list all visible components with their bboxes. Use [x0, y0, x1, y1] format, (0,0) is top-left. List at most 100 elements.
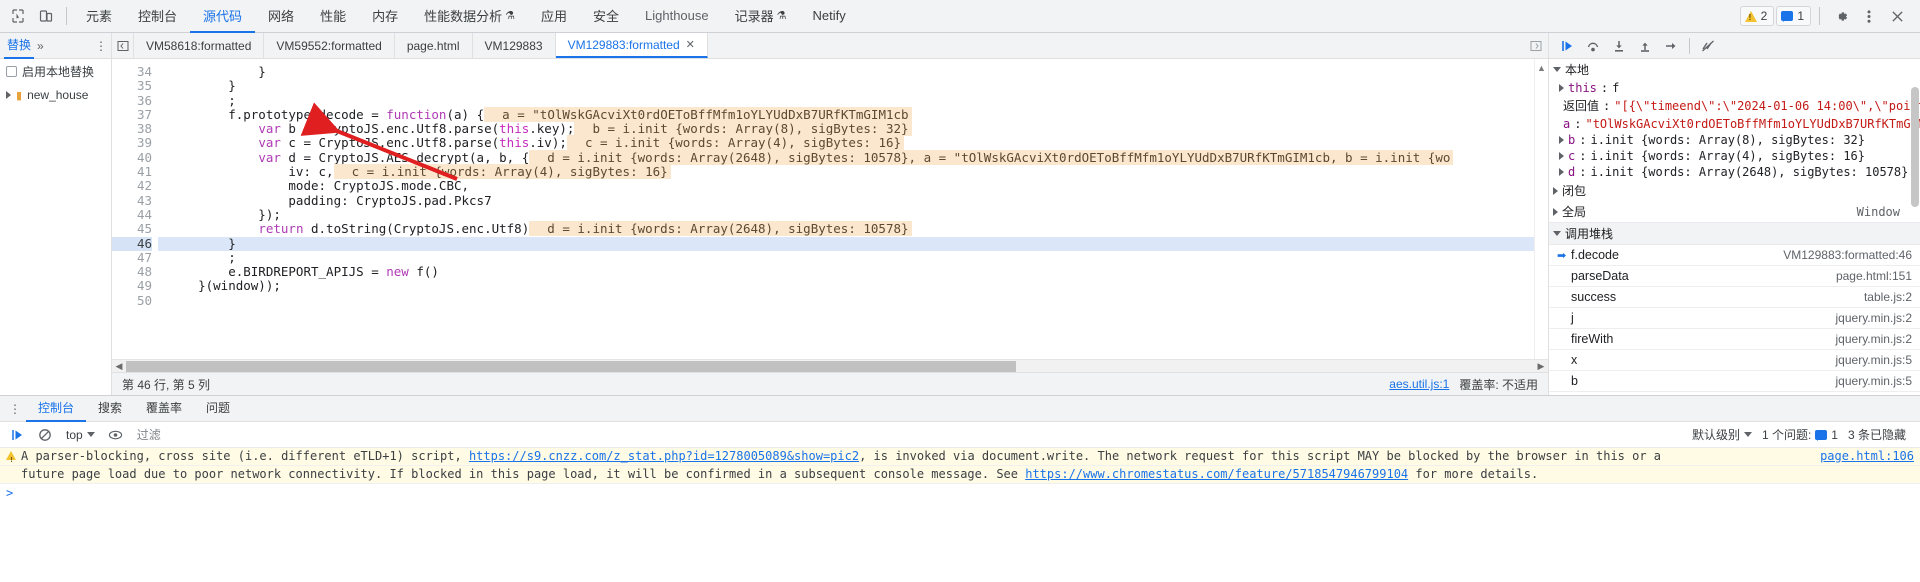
editor-tab-vm58618[interactable]: VM58618:formatted	[134, 33, 265, 58]
console-message[interactable]: A parser-blocking, cross site (i.e. diff…	[0, 448, 1920, 468]
code-line[interactable]: }	[158, 236, 1534, 251]
tab-network[interactable]: 网络	[255, 0, 307, 33]
scroll-right-arrow-icon[interactable]: ▶	[1534, 361, 1548, 372]
chevron-right-icon[interactable]	[1553, 186, 1558, 195]
line-number[interactable]: 41	[112, 164, 152, 179]
chevron-down-icon[interactable]	[1553, 231, 1561, 236]
console-message-source-link[interactable]: page.html:106	[1820, 449, 1914, 464]
editor-tab-page-html[interactable]: page.html	[395, 33, 473, 58]
callstack-row[interactable]: ➡ f.decode VM129883:formatted:46	[1549, 245, 1920, 266]
step-over-icon[interactable]	[1581, 35, 1605, 57]
drawer-tab-search[interactable]: 搜索	[86, 396, 134, 422]
scope-variable-row[interactable]: 返回值: "[{\"timeend\":\"2024-01-06 14:00\"…	[1549, 96, 1920, 115]
code-line[interactable]: }	[168, 78, 1534, 93]
message-badge[interactable]: 1	[1776, 6, 1811, 26]
code-line[interactable]: var d = CryptoJS.AES.decrypt(a, b, { d =…	[168, 149, 1534, 165]
console-prompt[interactable]: >	[0, 484, 1920, 502]
scope-section-header[interactable]: 本地	[1549, 59, 1920, 80]
execute-icon[interactable]	[6, 425, 28, 445]
tab-memory[interactable]: 内存	[359, 0, 411, 33]
drawer-tab-coverage[interactable]: 覆盖率	[134, 396, 194, 422]
gear-icon[interactable]	[1828, 3, 1854, 29]
step-into-icon[interactable]	[1607, 35, 1631, 57]
line-number[interactable]: 48	[112, 264, 152, 279]
drawer-tab-console[interactable]: 控制台	[26, 396, 87, 422]
line-number[interactable]: 42	[112, 179, 152, 194]
line-number[interactable]: 35	[112, 78, 152, 93]
console-message-list[interactable]: A parser-blocking, cross site (i.e. diff…	[0, 448, 1920, 582]
editor-more-tabs-icon[interactable]	[1524, 33, 1548, 58]
chevron-right-icon[interactable]	[1559, 136, 1564, 144]
debugger-scroll-thumb[interactable]	[1911, 87, 1919, 207]
chevron-right-icon[interactable]	[6, 91, 11, 99]
editor-horizontal-scrollbar[interactable]: ◀ ▶	[112, 359, 1548, 372]
line-number[interactable]: 43	[112, 193, 152, 208]
callstack-section-header[interactable]: 调用堆栈	[1549, 222, 1920, 245]
drawer-tab-issues[interactable]: 问题	[194, 396, 242, 422]
debugger-scrollbar[interactable]	[1910, 59, 1920, 395]
code-line[interactable]: var b = CryptoJS.enc.Utf8.parse(this.key…	[168, 121, 1534, 137]
code-line[interactable]: padding: CryptoJS.pad.Pkcs7	[168, 193, 1534, 208]
tab-performance[interactable]: 性能	[307, 0, 359, 33]
code-line[interactable]: }	[168, 64, 1534, 79]
step-out-icon[interactable]	[1633, 35, 1657, 57]
hidden-messages-label[interactable]: 3 条已隐藏	[1848, 426, 1906, 443]
scroll-left-arrow-icon[interactable]: ◀	[112, 361, 126, 372]
chevron-down-icon[interactable]	[1743, 432, 1752, 437]
drawer-kebab-icon[interactable]: ⋮	[4, 402, 26, 416]
inspect-cursor-icon[interactable]	[4, 3, 32, 29]
line-number[interactable]: 45	[112, 221, 152, 236]
close-tab-icon[interactable]: ✕	[686, 38, 695, 51]
issues-badge[interactable]: 1 个问题: 1	[1762, 426, 1838, 443]
console-message-link[interactable]: https://www.chromestatus.com/feature/571…	[1025, 467, 1408, 481]
code-line[interactable]: mode: CryptoJS.mode.CBC,	[168, 179, 1534, 194]
global-section-header[interactable]: 全局 Window	[1549, 201, 1920, 222]
code-line[interactable]: e.BIRDREPORT_APIJS = new f()	[168, 264, 1534, 279]
nav-more-tabs-button[interactable]: »	[37, 39, 44, 53]
line-number[interactable]: 34	[112, 64, 152, 79]
deactivate-breakpoints-icon[interactable]	[1696, 35, 1720, 57]
code-editor[interactable]: 34 35 36 37 38 39 40 41 42 43 44 45 46 47 48 49 50 } } ;…	[112, 59, 1548, 359]
clear-console-icon[interactable]	[34, 425, 56, 445]
chevron-down-icon[interactable]	[86, 432, 95, 437]
callstack-row[interactable]: b jquery.min.js:5	[1549, 371, 1920, 392]
execution-context-selector[interactable]: top	[62, 428, 99, 442]
callstack-row[interactable]: x jquery.min.js:5	[1549, 350, 1920, 371]
tab-console[interactable]: 控制台	[125, 0, 190, 33]
live-expression-icon[interactable]	[105, 425, 127, 445]
chevron-right-icon[interactable]	[1559, 168, 1564, 176]
hscroll-track[interactable]	[126, 360, 1534, 372]
chevron-down-icon[interactable]	[1553, 67, 1561, 72]
console-filter-input[interactable]: 过滤	[133, 426, 161, 443]
scope-variable-row[interactable]: this: f	[1549, 80, 1920, 96]
kebab-menu-icon[interactable]	[1856, 3, 1882, 29]
code-line[interactable]: return d.toString(CryptoJS.enc.Utf8) d =…	[168, 221, 1534, 237]
line-number[interactable]: 46	[112, 236, 152, 251]
scope-variable-row[interactable]: c: i.init {words: Array(4), sigBytes: 16…	[1549, 148, 1920, 164]
callstack-row[interactable]: success table.js:2	[1549, 287, 1920, 308]
console-message[interactable]: future page load due to poor network con…	[0, 466, 1920, 484]
tab-security[interactable]: 安全	[580, 0, 632, 33]
code-line[interactable]	[168, 294, 1534, 308]
tab-elements[interactable]: 元素	[73, 0, 125, 33]
enable-local-overrides-row[interactable]: 启用本地替换	[0, 59, 111, 84]
code-line[interactable]: ;	[168, 250, 1534, 265]
callstack-row[interactable]: j jquery.min.js:2	[1549, 308, 1920, 329]
device-toolbar-icon[interactable]	[32, 3, 60, 29]
console-message-link[interactable]: https://s9.cnzz.com/z_stat.php?id=127800…	[469, 449, 859, 463]
line-number[interactable]: 47	[112, 250, 152, 265]
enable-overrides-checkbox[interactable]	[6, 66, 17, 77]
callstack-row[interactable]: XMLHttpRequest.send (异步)	[1549, 392, 1920, 395]
editor-vertical-scrollbar[interactable]: ▲	[1534, 59, 1548, 359]
scope-variable-row[interactable]: b: i.init {words: Array(8), sigBytes: 32…	[1549, 132, 1920, 148]
navigator-kebab-icon[interactable]: ⋮	[95, 39, 107, 53]
code-line[interactable]: ;	[168, 93, 1534, 108]
chevron-right-icon[interactable]	[1559, 152, 1564, 160]
chevron-right-icon[interactable]	[1553, 207, 1558, 216]
chevron-right-icon[interactable]	[1559, 84, 1564, 92]
line-number[interactable]: 39	[112, 136, 152, 151]
code-line[interactable]: }(window));	[168, 279, 1534, 294]
tab-lighthouse[interactable]: Lighthouse	[632, 0, 722, 33]
code-scroll-area[interactable]: 34 35 36 37 38 39 40 41 42 43 44 45 46 47 48 49 50 } } ;…	[112, 59, 1534, 359]
line-number[interactable]: 49	[112, 279, 152, 294]
